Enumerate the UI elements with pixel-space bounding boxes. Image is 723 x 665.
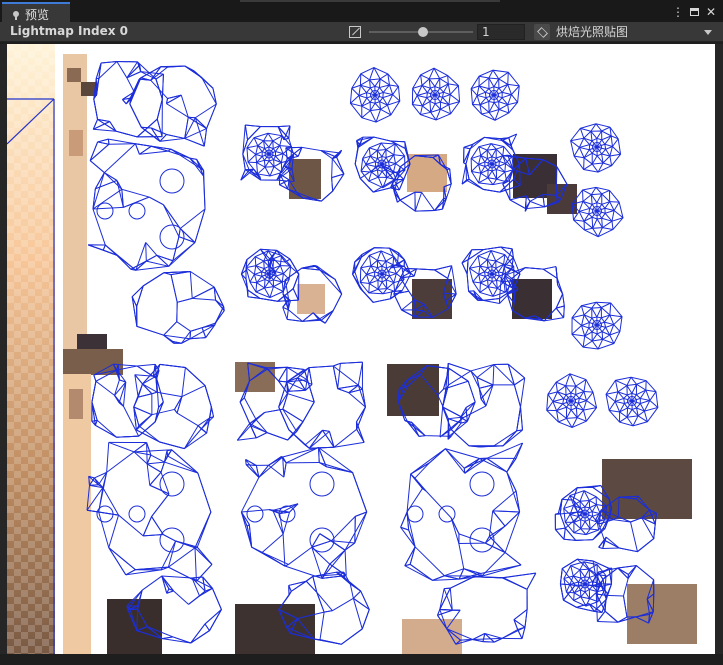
right-panel-edge	[715, 44, 723, 654]
exposure-slider[interactable]	[369, 27, 473, 37]
lightmap-viewport[interactable]	[7, 44, 715, 654]
maximize-icon[interactable]	[690, 8, 699, 16]
exposure-slider-thumb[interactable]	[418, 27, 429, 37]
window-top-strip	[0, 0, 723, 24]
lightmap-title: Lightmap Index 0	[10, 24, 129, 38]
lightmap-canvas	[7, 44, 697, 654]
exposure-icon[interactable]	[349, 26, 361, 38]
window-buttons: ⋮ ✕	[672, 4, 717, 20]
lightmap-type-dropdown[interactable]: 烘焙光照贴图	[556, 24, 716, 40]
uv-wireframe	[86, 61, 659, 645]
layers-icon[interactable]	[534, 24, 550, 40]
chevron-down-icon	[704, 30, 712, 35]
window-edge	[240, 0, 500, 2]
tab-preview[interactable]: 预览	[2, 2, 70, 24]
lightmap-type-value: 烘焙光照贴图	[556, 25, 629, 39]
more-menu-icon[interactable]: ⋮	[672, 4, 684, 20]
lightmap-texture-blocks	[63, 54, 697, 654]
close-icon[interactable]: ✕	[705, 4, 717, 20]
preview-toolbar: Lightmap Index 0 1 烘焙光照贴图	[0, 22, 723, 42]
window-bottom-strip	[0, 654, 723, 665]
mip-level-field[interactable]: 1	[477, 24, 525, 40]
tab-preview-label: 预览	[25, 7, 50, 22]
left-panel-edge	[0, 44, 7, 654]
pin-icon	[13, 11, 19, 20]
